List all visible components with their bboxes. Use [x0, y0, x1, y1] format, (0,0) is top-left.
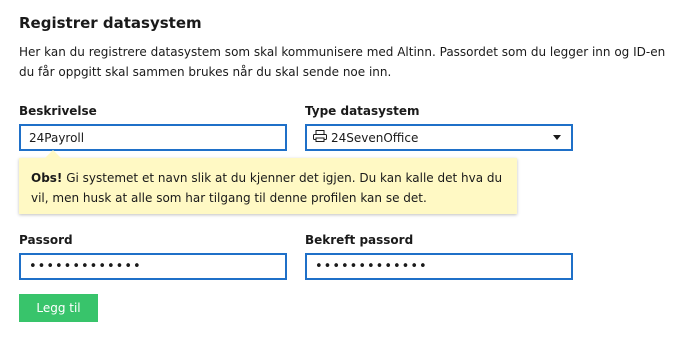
password-input[interactable]: ••••••••••••• — [19, 253, 287, 280]
add-button[interactable]: Legg til — [19, 294, 98, 322]
tooltip-strong: Obs! — [31, 171, 63, 185]
register-system-form: Registrer datasystem Her kan du registre… — [0, 0, 688, 354]
confirm-password-input[interactable]: ••••••••••••• — [305, 253, 573, 280]
confirm-password-label: Bekreft passord — [305, 233, 414, 247]
tooltip-text: Gi systemet et navn slik at du kjenner d… — [31, 171, 503, 205]
password-label: Passord — [19, 233, 73, 247]
chevron-down-icon — [553, 135, 561, 140]
description-input[interactable] — [19, 124, 287, 151]
page-title: Registrer datasystem — [19, 14, 202, 32]
system-type-select[interactable]: 24SevenOffice — [305, 124, 573, 151]
system-type-value: 24SevenOffice — [331, 130, 419, 145]
system-type-label: Type datasystem — [305, 104, 420, 118]
info-tooltip: Obs! Gi systemet et navn slik at du kjen… — [19, 150, 517, 214]
intro-text: Her kan du registrere datasystem som ska… — [19, 45, 666, 79]
description-label: Beskrivelse — [19, 104, 97, 118]
printer-icon — [313, 130, 327, 145]
